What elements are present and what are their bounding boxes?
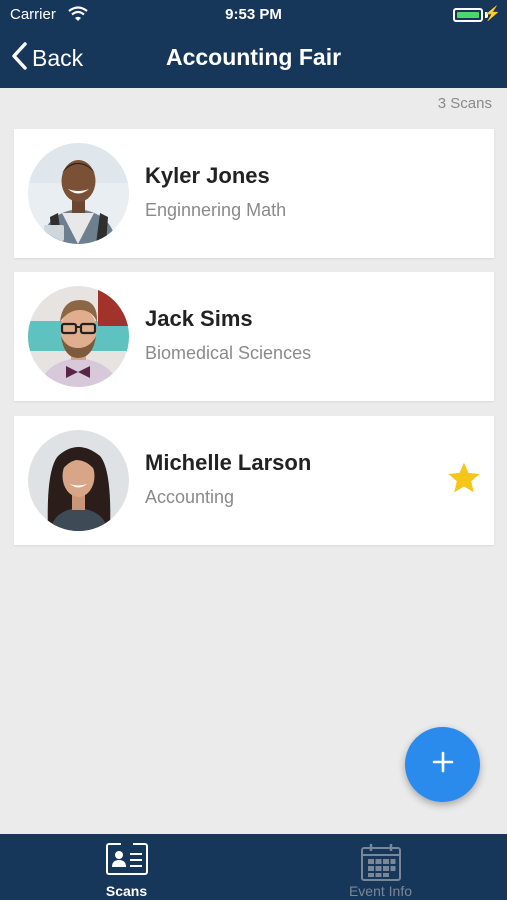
page-title: Accounting Fair <box>165 44 342 70</box>
avatar <box>28 143 129 244</box>
tab-scans-label: Scans <box>105 883 148 899</box>
avatar <box>28 430 129 531</box>
contact-department: Enginnering Math <box>145 200 287 220</box>
contact-card-jack-sims[interactable]: Jack Sims Biomedical Sciences <box>14 272 494 401</box>
tab-event-info-label: Event Info <box>348 883 413 899</box>
tab-scans[interactable]: Scans <box>0 834 253 900</box>
contact-name: Jack Sims <box>145 306 253 331</box>
star-icon[interactable] <box>446 460 482 501</box>
scan-count: 3 Scans <box>437 95 492 112</box>
contact-name: Kyler Jones <box>145 163 270 188</box>
avatar <box>28 286 129 387</box>
navigation-bar: Back Accounting Fair <box>0 30 507 88</box>
plus-icon <box>431 750 455 779</box>
contact-department: Accounting <box>145 487 235 507</box>
contact-department: Biomedical Sciences <box>145 343 312 363</box>
contact-card-michelle-larson[interactable]: Michelle Larson Accounting <box>14 416 494 545</box>
charging-icon: ⚡ <box>483 5 501 21</box>
add-scan-button[interactable] <box>405 727 480 802</box>
top-bar: Carrier 9:53 PM ⚡ Back Accounting Fair <box>0 0 507 88</box>
battery-icon <box>453 8 483 22</box>
tab-bar: Scans Event Info <box>0 834 507 900</box>
contact-name: Michelle Larson <box>145 450 312 475</box>
contact-card-kyler-jones[interactable]: Kyler Jones Enginnering Math <box>14 129 494 258</box>
status-bar: Carrier 9:53 PM ⚡ <box>0 0 507 30</box>
tab-event-info[interactable]: Event Info <box>254 834 507 900</box>
status-time: 9:53 PM <box>225 6 282 23</box>
